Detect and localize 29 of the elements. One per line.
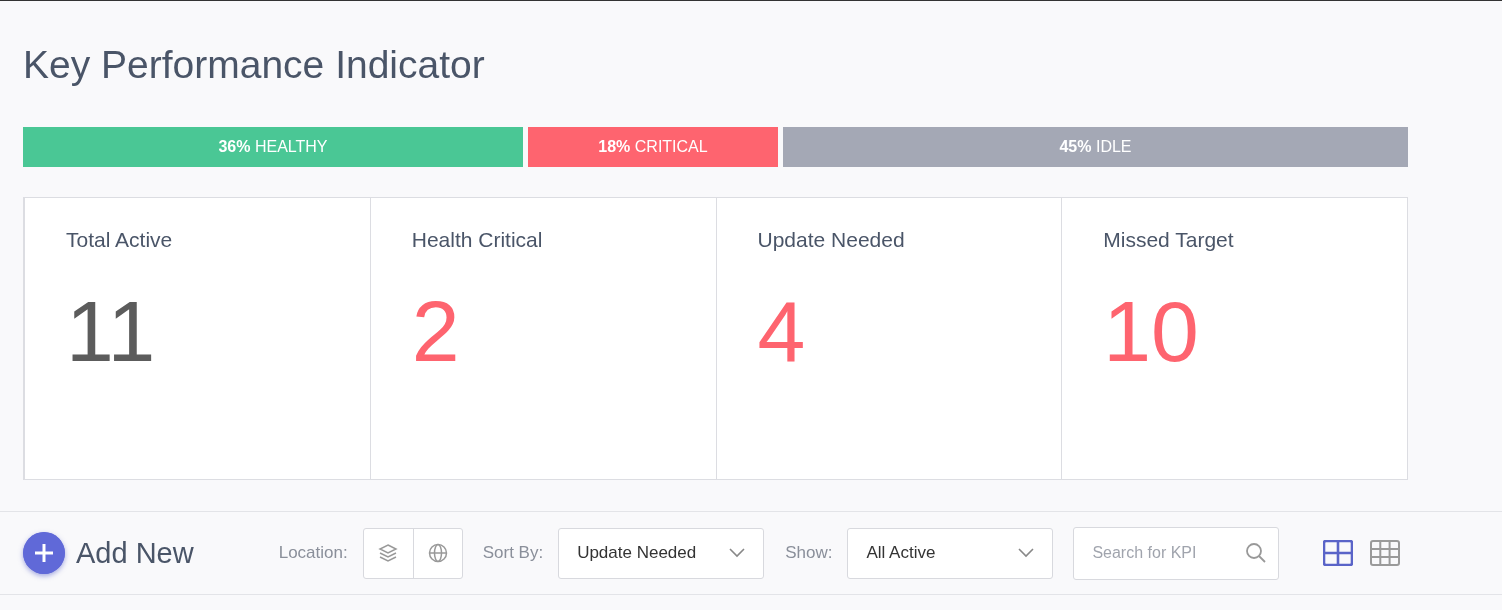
- stat-value: 10: [1103, 288, 1199, 374]
- stat-value: 11: [66, 288, 156, 374]
- large-grid-view-button[interactable]: [1323, 540, 1354, 566]
- stat-label: Health Critical: [411, 228, 543, 252]
- globe-icon: [427, 543, 448, 563]
- stat-value: 2: [411, 288, 460, 374]
- stat-label: Total Active: [66, 228, 173, 252]
- chevron-down-icon: [1018, 548, 1035, 558]
- plus-icon: [23, 532, 65, 574]
- stat-label: Missed Target: [1103, 228, 1234, 252]
- small-grid-view-button[interactable]: [1370, 540, 1401, 566]
- sort-by-label: Sort By:: [482, 543, 544, 563]
- search-icon: [1245, 541, 1268, 564]
- show-dropdown[interactable]: All Active: [847, 527, 1054, 579]
- status-segment: 45% IDLE: [783, 127, 1408, 167]
- show-label: Show:: [785, 543, 833, 563]
- stat-value: 4: [757, 288, 806, 374]
- page-title: Key Performance Indicator: [23, 43, 485, 86]
- layers-icon: [378, 543, 399, 563]
- grid-icon: [1370, 540, 1401, 566]
- search-field[interactable]: Search for KPI: [1073, 526, 1280, 580]
- sort-dropdown[interactable]: Update Needed: [558, 527, 765, 579]
- status-segment: 36% HEALTHY: [23, 127, 523, 167]
- location-label: Location:: [278, 543, 348, 563]
- grid-icon: [1323, 540, 1354, 566]
- status-segment: 18% CRITICAL: [528, 127, 778, 167]
- add-new-button[interactable]: Add New: [23, 532, 194, 574]
- chevron-down-icon: [729, 548, 746, 558]
- stat-label: Update Needed: [757, 228, 905, 252]
